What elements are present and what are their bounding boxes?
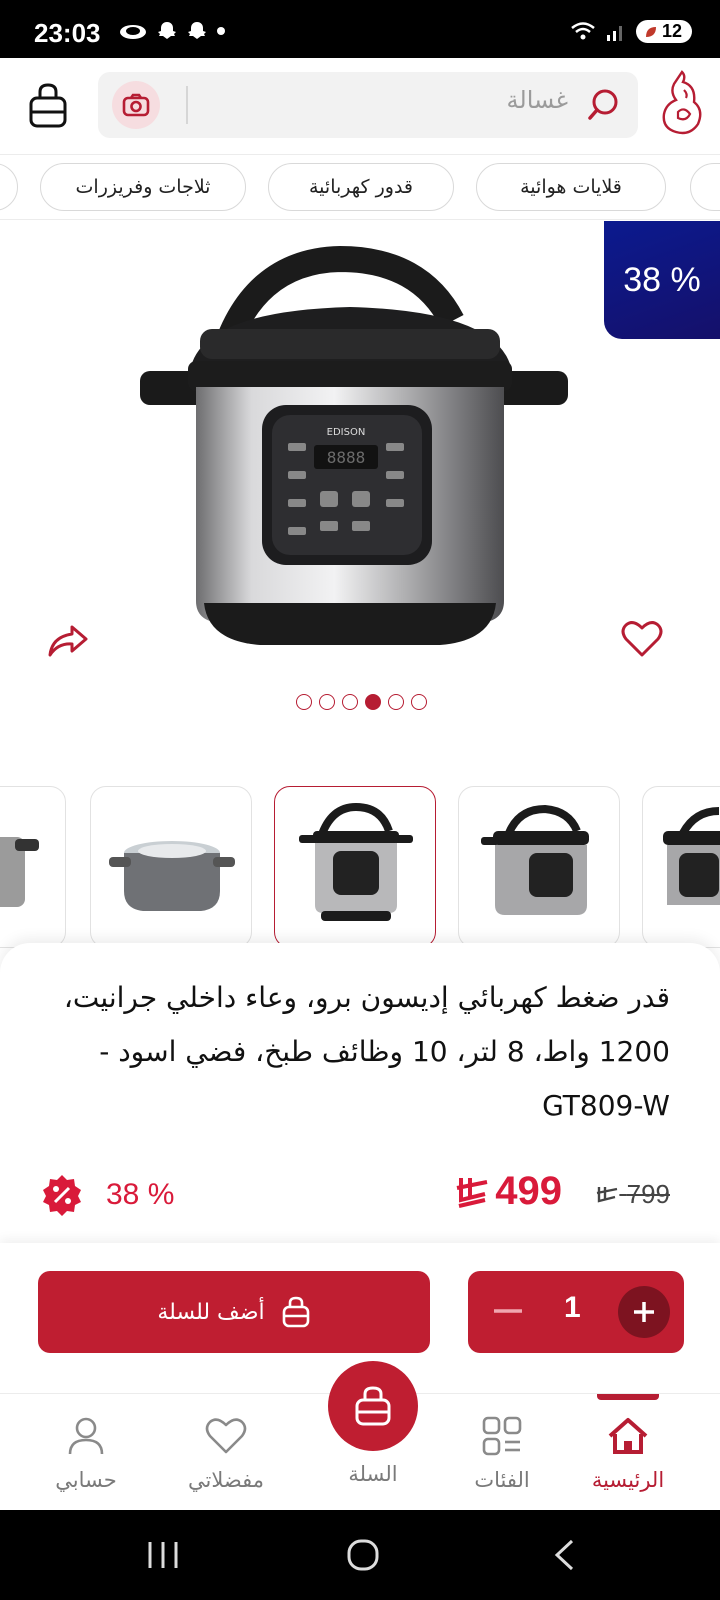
status-time: 23:03 bbox=[34, 18, 101, 48]
nav-favorites-label: مفضلاتي bbox=[188, 1468, 264, 1492]
thumbnail-selected[interactable] bbox=[274, 786, 436, 948]
battery-leaf-icon bbox=[645, 26, 656, 37]
thumbnail-image bbox=[299, 802, 413, 921]
dot-icon bbox=[217, 27, 225, 35]
thumbnail-image bbox=[109, 841, 235, 911]
search-divider bbox=[186, 86, 188, 124]
discount-tag-icon bbox=[43, 1175, 81, 1216]
thumbnail-steamer[interactable] bbox=[90, 786, 252, 948]
camera-search-button[interactable] bbox=[112, 81, 160, 129]
add-to-cart-button[interactable]: أضف للسلة bbox=[38, 1271, 430, 1353]
user-icon bbox=[68, 1417, 104, 1455]
system-navigation-bar bbox=[0, 1510, 720, 1600]
add-to-cart-label: أضف للسلة bbox=[157, 1299, 265, 1325]
cloud-icon bbox=[120, 25, 146, 39]
quantity-increase-button[interactable] bbox=[618, 1286, 670, 1338]
snapchat-icon bbox=[188, 22, 206, 39]
favorite-button[interactable] bbox=[620, 619, 664, 659]
battery-indicator: 12 bbox=[635, 20, 692, 43]
nav-home[interactable]: الرئيسية bbox=[568, 1404, 688, 1504]
home-circle-icon[interactable] bbox=[346, 1538, 380, 1572]
riyal-currency-icon bbox=[597, 1187, 618, 1203]
category-chip-electric-pots[interactable]: قدور كهربائية bbox=[268, 163, 454, 211]
shopping-bag-icon bbox=[29, 83, 67, 128]
category-chip-partial[interactable] bbox=[0, 163, 18, 211]
nav-cart-label: السلة bbox=[348, 1462, 398, 1486]
search-bar[interactable]: غسالة bbox=[98, 72, 638, 138]
camera-icon bbox=[122, 93, 150, 117]
nav-categories-label: الفئات bbox=[474, 1468, 530, 1492]
nav-account-label: حسابي bbox=[55, 1468, 117, 1492]
bottom-navigation: الرئيسية الفئات السلة مفضلاتي حسابي bbox=[0, 1361, 720, 1510]
pagination-dot[interactable] bbox=[411, 694, 427, 710]
pagination-dot-active[interactable] bbox=[365, 694, 381, 710]
category-chip-air-fryers[interactable]: قلايات هوائية bbox=[476, 163, 666, 211]
old-price: 799 bbox=[595, 1179, 670, 1210]
home-icon bbox=[608, 1418, 648, 1454]
category-chip-partial[interactable] bbox=[690, 163, 720, 211]
old-price-value: 799 bbox=[626, 1179, 670, 1209]
thumbnail-partial-left[interactable] bbox=[0, 786, 66, 948]
discount-corner-badge: 38 % bbox=[604, 221, 720, 339]
svg-text:EDISON: EDISON bbox=[327, 427, 366, 438]
pagination-dot[interactable] bbox=[388, 694, 404, 710]
back-icon[interactable] bbox=[552, 1538, 576, 1572]
quantity-decrease-button[interactable] bbox=[490, 1293, 526, 1329]
thumbnail-partial-right[interactable] bbox=[642, 786, 720, 948]
thumbnail-image bbox=[0, 837, 39, 907]
discount-text: 38 % bbox=[106, 1178, 175, 1211]
svg-text:8888: 8888 bbox=[327, 448, 366, 467]
snapchat-icon bbox=[158, 22, 176, 39]
top-header: غسالة bbox=[0, 58, 720, 154]
nav-home-label: الرئيسية bbox=[591, 1468, 665, 1492]
plus-icon bbox=[634, 1302, 654, 1322]
category-chips: قلايات هوائية قدور كهربائية ثلاجات وفريز… bbox=[0, 154, 720, 220]
current-price-value: 499 bbox=[495, 1169, 562, 1213]
product-title: قدر ضغط كهربائي إديسون برو، وعاء داخلي ج… bbox=[63, 981, 670, 1122]
search-input[interactable]: غسالة bbox=[507, 86, 568, 114]
app-screen: غسالة قلايات هوائية قدور كهربائية ثلاجات… bbox=[0, 58, 720, 1510]
pagination-dot[interactable] bbox=[319, 694, 335, 710]
nav-cart-button[interactable] bbox=[328, 1361, 418, 1451]
active-tab-indicator bbox=[597, 1394, 659, 1400]
wifi-icon bbox=[571, 21, 595, 39]
category-chip-fridges[interactable]: ثلاجات وفريزرات bbox=[40, 163, 246, 211]
shopping-bag-icon bbox=[355, 1386, 391, 1426]
current-price: 499 bbox=[455, 1169, 562, 1214]
pagination-dot[interactable] bbox=[296, 694, 312, 710]
shopping-bag-button[interactable] bbox=[26, 82, 70, 130]
quantity-stepper[interactable]: 1 bbox=[468, 1271, 684, 1353]
minus-icon bbox=[494, 1309, 522, 1313]
discount-badge: 38 % bbox=[40, 1173, 174, 1217]
brand-logo[interactable] bbox=[656, 66, 706, 140]
thumbnail-image bbox=[663, 807, 720, 905]
heart-icon bbox=[205, 1418, 247, 1454]
nav-account[interactable]: حسابي bbox=[26, 1404, 146, 1504]
quantity-value: 1 bbox=[564, 1291, 581, 1324]
recent-apps-icon[interactable] bbox=[146, 1540, 180, 1570]
signal-icon bbox=[606, 25, 622, 41]
heart-icon bbox=[621, 621, 663, 657]
nav-favorites[interactable]: مفضلاتي bbox=[166, 1404, 286, 1504]
thumbnail-image bbox=[481, 804, 589, 915]
share-icon bbox=[48, 625, 88, 657]
thumbnail-pressure-cooker[interactable] bbox=[458, 786, 620, 948]
gallery-pagination bbox=[296, 694, 427, 710]
grid-icon bbox=[482, 1416, 522, 1456]
battery-level: 12 bbox=[661, 21, 682, 41]
riyal-currency-icon bbox=[456, 1177, 488, 1208]
product-details-card: قدر ضغط كهربائي إديسون برو، وعاء داخلي ج… bbox=[0, 943, 720, 1243]
status-bar: 23:03 12 bbox=[0, 0, 720, 58]
shopping-bag-icon bbox=[282, 1296, 309, 1328]
pagination-dot[interactable] bbox=[342, 694, 358, 710]
share-button[interactable] bbox=[46, 621, 90, 661]
nav-categories[interactable]: الفئات bbox=[442, 1404, 562, 1504]
search-icon[interactable] bbox=[586, 87, 622, 123]
product-gallery[interactable]: EDISON 8888 38 % bbox=[0, 221, 720, 751]
